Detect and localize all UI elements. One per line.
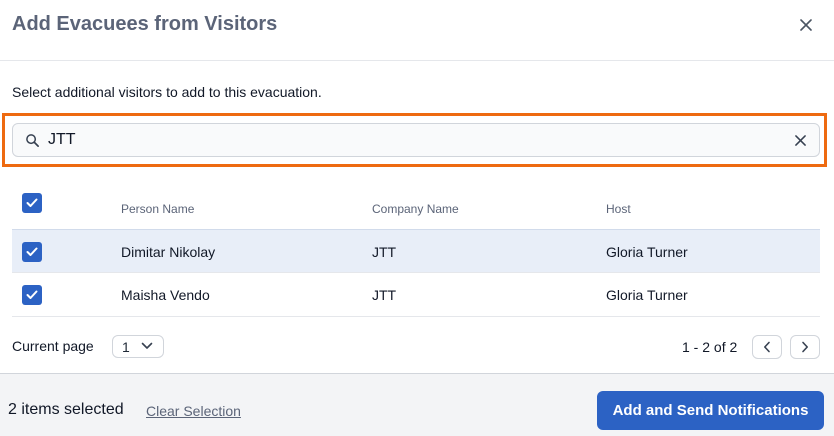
clear-search-button[interactable] [791,131,809,149]
column-header-company[interactable]: Company Name [372,202,459,216]
selected-count: 2 items selected [8,401,124,418]
clear-selection-link[interactable]: Clear Selection [146,403,241,419]
search-input[interactable] [48,124,788,156]
cell-company-name: JTT [372,287,397,303]
pagination-range: 1 - 2 of 2 [682,339,738,355]
table-row[interactable]: Maisha Vendo JTT Gloria Turner [12,273,820,317]
chevron-left-icon [764,341,770,353]
page-select[interactable]: 1 [112,335,164,358]
current-page-label: Current page [12,338,94,354]
column-header-person[interactable]: Person Name [121,202,194,216]
chevron-right-icon [802,341,808,353]
close-button[interactable] [794,13,818,37]
dialog-header: Add Evacuees from Visitors [0,0,834,61]
add-and-send-notifications-button[interactable]: Add and Send Notifications [597,391,824,430]
dialog-footer: 2 items selected Clear Selection Add and… [0,373,834,436]
cell-company-name: JTT [372,244,397,260]
check-icon [26,290,38,299]
search-icon [26,134,39,147]
check-icon [26,198,38,207]
dialog-title: Add Evacuees from Visitors [12,13,278,35]
column-header-host[interactable]: Host [606,202,631,216]
cell-person-name: Maisha Vendo [121,287,210,303]
page-select-value: 1 [122,338,130,355]
row-checkbox[interactable] [22,285,42,305]
next-page-button[interactable] [790,335,820,359]
check-icon [26,247,38,256]
cell-person-name: Dimitar Nikolay [121,244,216,260]
cell-host: Gloria Turner [606,244,688,260]
search-box[interactable] [12,123,820,157]
table-row[interactable]: Dimitar Nikolay JTT Gloria Turner [12,229,820,273]
select-all-checkbox[interactable] [22,193,42,213]
clear-icon [794,134,806,146]
chevron-down-icon [141,342,153,349]
row-checkbox[interactable] [22,242,42,262]
cell-host: Gloria Turner [606,287,688,303]
previous-page-button[interactable] [752,335,782,359]
close-icon [800,19,812,31]
dialog-subtitle: Select additional visitors to add to thi… [12,84,322,100]
